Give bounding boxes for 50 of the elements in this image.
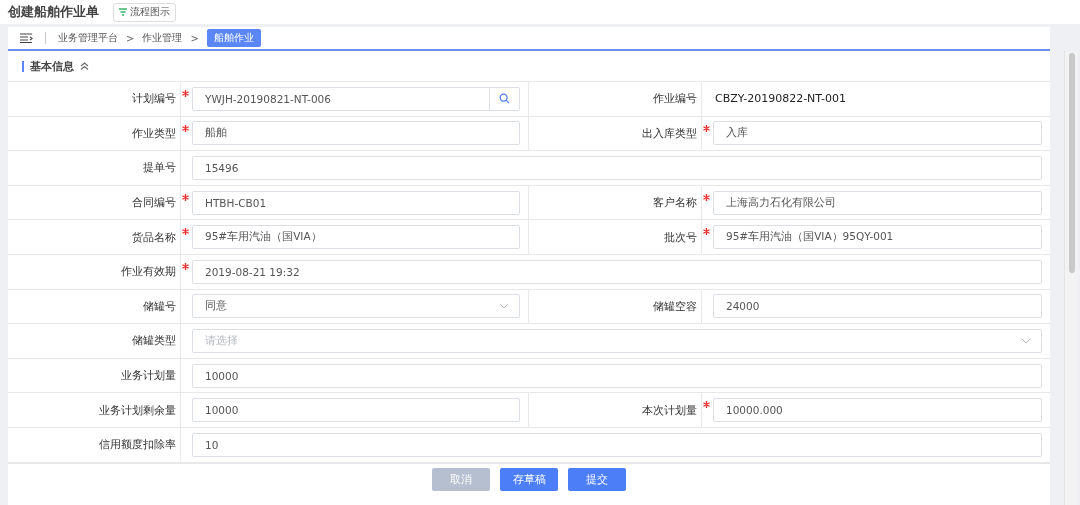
field-label: 信用额度扣除率 (98, 437, 177, 454)
chevron-down-icon (1021, 337, 1031, 344)
breadcrumb-link[interactable]: 业务管理平台 (58, 31, 118, 45)
input-field[interactable]: 2019-08-21 19:32 (192, 259, 1042, 284)
input-field[interactable]: 上海高力石化有限公司 (713, 190, 1042, 215)
input-field[interactable]: HTBH-CB01 (192, 190, 520, 215)
breadcrumb-separator: > (190, 32, 199, 44)
action-button[interactable]: 存草稿 (500, 468, 558, 492)
chevrons-up-icon[interactable] (80, 62, 89, 70)
input-field[interactable]: 95#车用汽油（国VIA）95QY-001 (713, 225, 1042, 250)
flow-chart-button[interactable]: 流程图示 (113, 2, 176, 22)
input-field[interactable]: 10000 (192, 398, 520, 423)
input-field[interactable]: 入库 (713, 121, 1042, 146)
field-label: 批次号 (663, 229, 698, 246)
field-label: 作业类型 (131, 125, 177, 142)
input-field[interactable]: 10000.000 (713, 398, 1042, 423)
action-button[interactable]: 提交 (568, 468, 626, 492)
filter-icon (119, 8, 127, 16)
breadcrumb-link[interactable]: 作业管理 (142, 31, 183, 45)
input-field[interactable]: 95#车用汽油（国VIA） (192, 225, 520, 250)
scrollbar[interactable] (1064, 51, 1078, 505)
input-field[interactable]: 24000 (713, 294, 1042, 319)
section-title: 基本信息 (30, 58, 74, 74)
select-field[interactable]: 同意 (192, 294, 520, 319)
field-label: 提单号 (142, 160, 177, 177)
field-label: 客户名称 (652, 195, 698, 212)
field-label: 储罐空容 (652, 298, 698, 315)
breadcrumb-separator: > (126, 32, 135, 44)
field-label: 储罐号 (142, 298, 177, 315)
search-icon (499, 93, 510, 105)
field-label: 本次计划量 (641, 402, 698, 419)
field-label: 合同编号 (131, 195, 177, 212)
input-field[interactable]: 15496 (192, 156, 1042, 180)
menu-icon[interactable] (20, 33, 33, 43)
search-field[interactable]: YWJH-20190821-NT-006 (192, 86, 520, 111)
input-field[interactable]: 10000 (192, 363, 1042, 388)
field-label: 业务计划剩余量 (98, 402, 177, 419)
field-label: 储罐类型 (131, 333, 177, 350)
field-label: 货品名称 (131, 229, 177, 246)
field-label: 作业有效期 (120, 264, 177, 281)
page-title: 创建船舶作业单 (8, 3, 99, 21)
input-field[interactable]: 10 (192, 432, 1042, 457)
field-label: 出入库类型 (641, 125, 698, 142)
search-button[interactable] (489, 87, 519, 110)
field-value: CBZY-20190822-NT-001 (714, 92, 846, 106)
field-label: 作业编号 (652, 91, 698, 108)
input-field[interactable]: 船舶 (192, 121, 520, 146)
field-label: 计划编号 (131, 91, 177, 108)
chevron-down-icon (499, 303, 509, 310)
field-label: 业务计划量 (120, 368, 177, 385)
